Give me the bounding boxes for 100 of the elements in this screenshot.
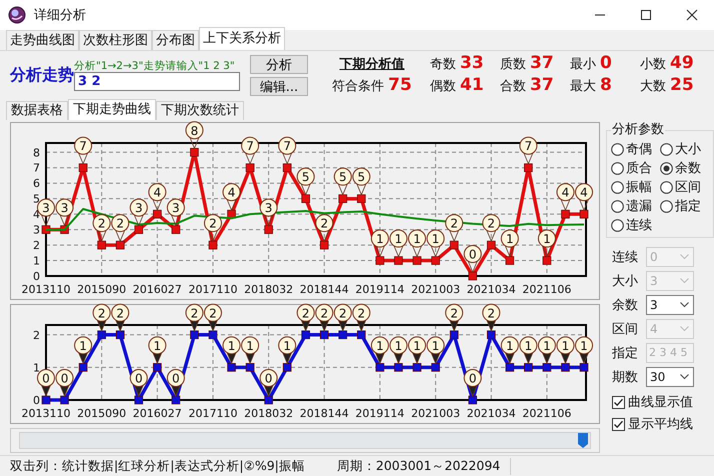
value-label: 2 bbox=[482, 304, 500, 332]
value-label: 1 bbox=[370, 336, 389, 364]
data-point bbox=[97, 240, 106, 250]
close-icon[interactable] bbox=[686, 9, 698, 21]
scroll-thumb[interactable] bbox=[578, 433, 588, 448]
radio-option[interactable]: 振幅 bbox=[611, 179, 660, 196]
data-label: 2 bbox=[209, 216, 217, 231]
axis-label: 2021003 bbox=[411, 407, 460, 420]
data-label: 2 bbox=[302, 306, 310, 320]
data-label: 2 bbox=[339, 306, 347, 320]
data-point bbox=[78, 363, 88, 372]
data-point bbox=[524, 163, 533, 172]
data-point bbox=[97, 330, 106, 340]
value-label: 2 bbox=[445, 304, 464, 332]
data-point bbox=[431, 256, 440, 265]
field-label: 大小 bbox=[612, 272, 639, 290]
checkbox-option[interactable]: 曲线显示值 bbox=[612, 393, 714, 411]
data-label: 1 bbox=[79, 338, 87, 353]
data-point bbox=[506, 363, 514, 372]
tab[interactable]: 走势曲线图 bbox=[6, 30, 79, 50]
data-label: 0 bbox=[134, 372, 143, 386]
radio-icon[interactable] bbox=[611, 200, 624, 213]
axis-label: 1 bbox=[33, 361, 40, 374]
tab[interactable]: 上下关系分析 bbox=[199, 27, 285, 50]
data-point bbox=[486, 240, 496, 250]
scrollbar-track[interactable] bbox=[19, 432, 591, 449]
data-point bbox=[524, 363, 533, 372]
data-point bbox=[357, 330, 366, 340]
data-point bbox=[506, 256, 514, 265]
data-label: 4 bbox=[562, 186, 570, 200]
action-button[interactable]: 分析 bbox=[250, 54, 308, 74]
data-label: 2 bbox=[450, 306, 458, 320]
axis-label: 2017110 bbox=[188, 283, 238, 296]
stat-value: 37 bbox=[530, 53, 554, 73]
value-label: 2 bbox=[92, 304, 111, 332]
radio-option[interactable]: 奇偶 bbox=[611, 141, 660, 158]
data-label: 1 bbox=[153, 338, 162, 353]
checkbox-icon[interactable] bbox=[612, 396, 625, 408]
radio-option[interactable]: 指定 bbox=[660, 198, 709, 215]
radio-option[interactable]: 大小 bbox=[660, 141, 709, 158]
axis-label: 0 bbox=[33, 270, 40, 283]
data-label: 4 bbox=[153, 186, 162, 200]
radio-icon[interactable] bbox=[660, 200, 673, 213]
axis-label: 8 bbox=[33, 146, 40, 160]
radio-icon[interactable] bbox=[611, 181, 624, 194]
data-label: 2 bbox=[320, 306, 328, 320]
radio-option[interactable]: 遗漏 bbox=[611, 198, 660, 215]
stat-value: 37 bbox=[530, 75, 554, 95]
data-label: 1 bbox=[432, 338, 440, 353]
value-label: 0 bbox=[464, 245, 482, 274]
value-label: 1 bbox=[408, 230, 426, 258]
radio-icon[interactable] bbox=[660, 181, 673, 194]
axis-label: 3 bbox=[33, 224, 40, 237]
value-label: 5 bbox=[334, 168, 352, 196]
tab[interactable]: 下期走势曲线 bbox=[68, 99, 156, 120]
data-label: 4 bbox=[228, 186, 236, 200]
stat-value: 25 bbox=[670, 75, 694, 95]
data-point bbox=[542, 363, 552, 372]
checkbox-icon[interactable] bbox=[612, 418, 625, 430]
tab[interactable]: 次数柱形图 bbox=[79, 30, 152, 50]
data-point bbox=[468, 272, 477, 280]
data-label: 0 bbox=[42, 372, 50, 386]
data-point bbox=[264, 225, 273, 234]
radio-icon[interactable] bbox=[611, 162, 624, 175]
radio-icon[interactable] bbox=[660, 143, 673, 156]
radio-icon[interactable] bbox=[660, 162, 673, 175]
data-point bbox=[394, 256, 403, 265]
radio-option[interactable]: 余数 bbox=[660, 160, 709, 177]
radio-option[interactable]: 连续 bbox=[611, 217, 660, 234]
value-label: 1 bbox=[241, 336, 260, 364]
value-label: 2 bbox=[445, 214, 464, 242]
chevron-icon bbox=[680, 278, 689, 284]
dropdown-field[interactable]: 30 bbox=[646, 366, 694, 386]
window-title: 详细分析 bbox=[34, 7, 86, 24]
dropdown-field[interactable]: 3 bbox=[646, 294, 694, 314]
data-point bbox=[153, 363, 162, 372]
trend-input-field[interactable]: 3 2 bbox=[74, 72, 240, 90]
maximize-icon[interactable] bbox=[640, 9, 652, 21]
radio-option[interactable]: 区间 bbox=[660, 179, 709, 196]
data-point bbox=[227, 363, 236, 372]
value-label: 1 bbox=[278, 336, 296, 364]
radio-icon[interactable] bbox=[611, 143, 624, 156]
data-label: 1 bbox=[228, 338, 236, 353]
tab[interactable]: 分布图 bbox=[152, 30, 199, 50]
value-label: 2 bbox=[482, 214, 500, 242]
data-point bbox=[320, 330, 329, 340]
radio-option[interactable]: 质合 bbox=[611, 160, 660, 177]
data-point bbox=[264, 396, 273, 404]
value-label: 0 bbox=[37, 369, 55, 398]
tab[interactable]: 下期次数统计 bbox=[156, 101, 244, 120]
data-label: 3 bbox=[264, 201, 272, 216]
checkbox-option[interactable]: 显示平均线 bbox=[612, 415, 714, 433]
action-button[interactable]: 编辑... bbox=[250, 76, 308, 96]
data-label: 1 bbox=[562, 338, 570, 353]
data-label: 2 bbox=[116, 216, 124, 231]
data-label: 3 bbox=[42, 201, 50, 216]
value-label: 7 bbox=[278, 136, 296, 165]
data-point bbox=[190, 330, 199, 340]
radio-icon[interactable] bbox=[611, 219, 624, 232]
data-label: 2 bbox=[116, 306, 124, 320]
